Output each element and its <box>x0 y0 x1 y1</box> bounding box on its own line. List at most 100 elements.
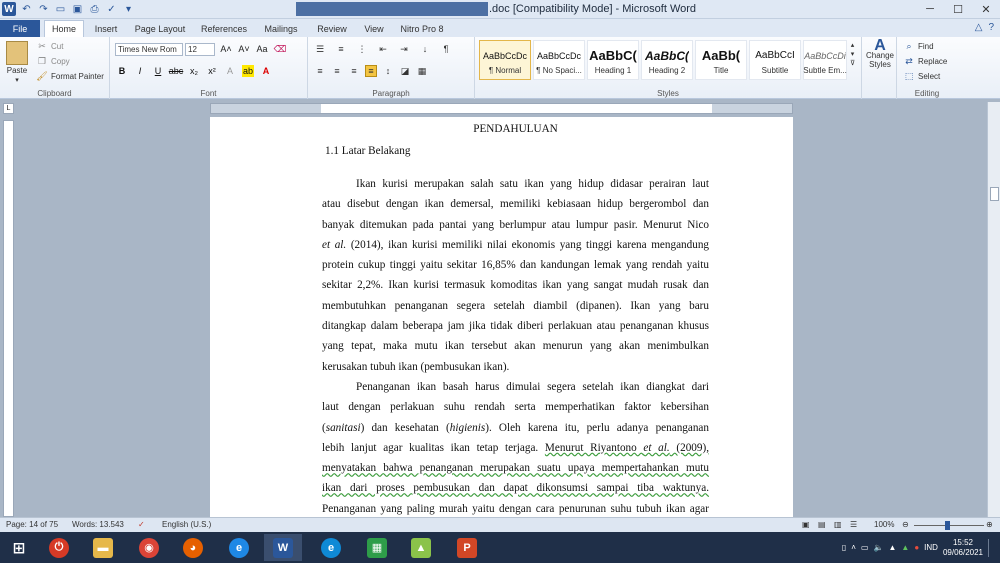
cut-button[interactable]: ✂ Cut <box>36 40 63 52</box>
show-desktop-button[interactable] <box>988 538 996 557</box>
horizontal-ruler[interactable] <box>210 103 793 114</box>
print-layout-icon[interactable]: ▣ <box>802 520 810 529</box>
style-no-spacing[interactable]: AaBbCcDc ¶ No Spaci... <box>533 40 585 80</box>
taskbar-app-recorder[interactable]: ⏻ <box>40 534 78 561</box>
taskbar-app-edge[interactable]: e <box>312 534 350 561</box>
tab-page-layout[interactable]: Page Layout <box>128 20 192 37</box>
font-size-select[interactable]: 12 <box>185 43 215 56</box>
style-normal[interactable]: AaBbCcDc ¶ Normal <box>479 40 531 80</box>
change-styles-button[interactable]: A Change Styles <box>864 38 896 70</box>
style-heading-2[interactable]: AaBbC( Heading 2 <box>641 40 693 80</box>
format-painter-button[interactable]: 🖌 Format Painter <box>36 70 104 82</box>
borders-icon[interactable]: ▦ <box>416 65 428 77</box>
strikethrough-icon[interactable]: abc <box>169 65 184 77</box>
full-screen-icon[interactable]: ▤ <box>818 520 826 529</box>
volume-icon[interactable]: 🔈 <box>874 543 884 552</box>
vertical-ruler[interactable] <box>3 120 14 517</box>
battery-icon[interactable]: ▭ <box>861 543 869 552</box>
align-left-icon[interactable]: ≡ <box>314 65 326 77</box>
font-name-select[interactable]: Times New Rom <box>115 43 183 56</box>
maximize-icon[interactable]: ☐ <box>944 0 972 18</box>
tab-view[interactable]: View <box>358 20 390 37</box>
language-indicator[interactable]: English (U.S.) <box>162 520 211 529</box>
undo-icon[interactable]: ↶ <box>20 3 33 16</box>
outline-icon[interactable]: ☰ <box>850 520 857 529</box>
minimize-icon[interactable]: ─ <box>916 0 944 18</box>
bullets-icon[interactable]: ☰ <box>314 43 326 55</box>
change-case-icon[interactable]: Aa <box>256 43 268 55</box>
highlight-icon[interactable]: ab <box>242 65 254 77</box>
save-icon[interactable]: ▣ <box>71 3 84 16</box>
clock[interactable]: 15:52 09/06/2021 <box>943 538 983 558</box>
line-spacing-icon[interactable]: ↕ <box>382 65 394 77</box>
justify-icon[interactable]: ≡ <box>365 65 377 77</box>
underline-icon[interactable]: U <box>152 65 164 77</box>
shading-icon[interactable]: ◪ <box>399 65 411 77</box>
document-page[interactable]: PENDAHULUAN 1.1 Latar Belakang Ikan kuri… <box>210 117 793 517</box>
ribbon-collapse-icon[interactable]: △ <box>975 22 983 33</box>
taskbar-app-photos[interactable]: ▲ <box>402 534 440 561</box>
taskbar-app-ie[interactable]: e <box>220 534 258 561</box>
show-marks-icon[interactable]: ¶ <box>440 43 452 55</box>
taskbar-app-explorer[interactable]: ▬ <box>84 534 122 561</box>
copy-button[interactable]: ❐ Copy <box>36 55 70 67</box>
phone-icon[interactable]: ▯ <box>842 543 846 552</box>
customize-qat-icon[interactable]: ▾ <box>122 3 135 16</box>
language-indicator-tray[interactable]: IND <box>924 543 938 552</box>
web-layout-icon[interactable]: ▥ <box>834 520 842 529</box>
vertical-scrollbar[interactable] <box>987 102 1000 517</box>
tab-nitro[interactable]: Nitro Pro 8 <box>396 20 448 37</box>
taskbar-app-word[interactable]: W <box>264 534 302 561</box>
taskbar-app-powerpoint[interactable]: P <box>448 534 486 561</box>
close-icon[interactable]: ✕ <box>972 0 1000 18</box>
chevron-up-icon[interactable]: ˄ <box>851 543 856 552</box>
numbering-icon[interactable]: ≡ <box>335 43 347 55</box>
select-button[interactable]: ⬚ Select <box>903 70 941 82</box>
tab-mailings[interactable]: Mailings <box>256 20 306 37</box>
increase-indent-icon[interactable]: ⇥ <box>398 43 410 55</box>
tab-review[interactable]: Review <box>312 20 352 37</box>
page-count[interactable]: Page: 14 of 75 <box>6 520 58 529</box>
style-subtitle[interactable]: AaBbCcI Subtitle <box>749 40 801 80</box>
sort-icon[interactable]: ↓ <box>419 43 431 55</box>
decrease-indent-icon[interactable]: ⇤ <box>377 43 389 55</box>
start-button[interactable]: ⊞ <box>0 534 38 561</box>
style-heading-1[interactable]: AaBbC( Heading 1 <box>587 40 639 80</box>
replace-button[interactable]: ⇄ Replace <box>903 55 947 67</box>
text-effects-icon[interactable]: A <box>224 65 236 77</box>
scrollbar-thumb[interactable] <box>990 187 999 201</box>
spelling-icon[interactable]: ✓ <box>105 3 118 16</box>
style-title[interactable]: AaBb( Title <box>695 40 747 80</box>
word-count[interactable]: Words: 13.543 <box>72 520 124 529</box>
styles-scroll[interactable]: ▴ ▾ ⊽ <box>850 41 855 67</box>
style-subtle-emphasis[interactable]: AaBbCcDi Subtle Em... <box>803 40 847 80</box>
tab-insert[interactable]: Insert <box>88 20 124 37</box>
tab-selector[interactable]: L <box>3 103 14 114</box>
antivirus-icon[interactable]: ● <box>914 543 919 552</box>
align-right-icon[interactable]: ≡ <box>348 65 360 77</box>
help-icon[interactable]: ? <box>988 22 994 33</box>
shrink-font-icon[interactable]: A˅ <box>238 43 250 55</box>
taskbar-app-firefox[interactable]: ◕ <box>174 534 212 561</box>
redo-icon[interactable]: ↷ <box>37 3 50 16</box>
grow-font-icon[interactable]: A˄ <box>220 43 232 55</box>
bold-icon[interactable]: B <box>116 65 128 77</box>
tab-references[interactable]: References <box>196 20 252 37</box>
taskbar-app-chrome[interactable]: ◉ <box>130 534 168 561</box>
print-preview-icon[interactable]: ⎙ <box>88 3 101 16</box>
find-button[interactable]: ⌕ Find <box>903 40 933 52</box>
network-icon[interactable]: ▲ <box>888 543 896 552</box>
align-center-icon[interactable]: ≡ <box>331 65 343 77</box>
paste-button[interactable]: Paste ▾ <box>6 41 28 84</box>
zoom-slider-thumb[interactable] <box>945 521 950 530</box>
zoom-out-icon[interactable]: ⊖ <box>902 520 909 529</box>
subscript-icon[interactable]: x₂ <box>188 65 200 77</box>
taskbar-app-calculator[interactable]: ▦ <box>358 534 396 561</box>
tab-file[interactable]: File <box>0 20 40 37</box>
open-icon[interactable]: ▭ <box>54 3 67 16</box>
italic-icon[interactable]: I <box>134 65 146 77</box>
zoom-level[interactable]: 100% <box>874 520 894 529</box>
multilevel-list-icon[interactable]: ⋮ <box>356 43 368 55</box>
word-logo-icon[interactable]: W <box>2 2 16 16</box>
font-color-icon[interactable]: A <box>260 65 272 77</box>
